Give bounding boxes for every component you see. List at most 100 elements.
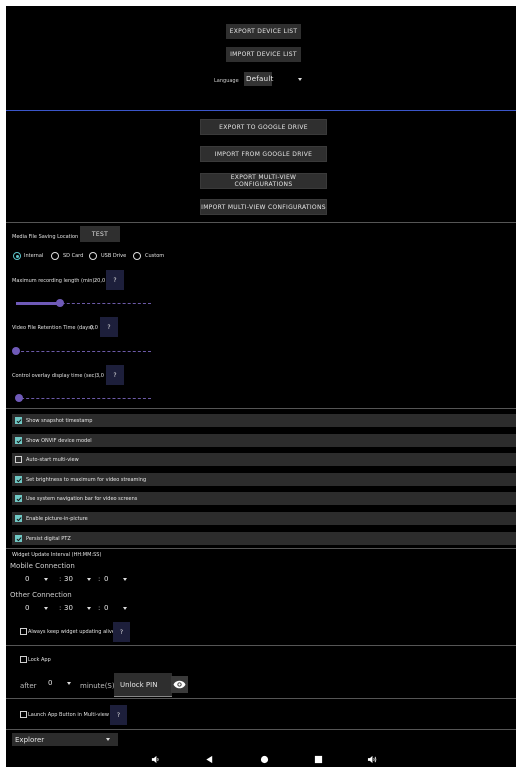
mobile-hours-value[interactable]: 0 bbox=[25, 575, 29, 583]
recents-icon[interactable] bbox=[314, 755, 323, 764]
mobile-seconds-value[interactable]: 0 bbox=[104, 575, 108, 583]
colon: : bbox=[98, 575, 101, 583]
system-navigation-bar bbox=[6, 752, 516, 767]
checkbox-label: Set brightness to maximum for video stre… bbox=[26, 476, 147, 483]
other-seconds-caret-icon[interactable] bbox=[123, 607, 127, 610]
radio-custom-label: Custom bbox=[145, 253, 165, 259]
back-icon[interactable] bbox=[205, 755, 214, 764]
export-device-list-button[interactable]: EXPORT DEVICE LIST bbox=[226, 24, 301, 39]
minutes-label: minute(S) bbox=[80, 682, 115, 690]
other-minutes-caret-icon[interactable] bbox=[87, 607, 91, 610]
toggle-pin-visibility-button[interactable] bbox=[171, 676, 188, 693]
colon: : bbox=[59, 604, 62, 612]
lock-after-caret-icon[interactable] bbox=[67, 682, 71, 685]
retention-value: 0,0 bbox=[90, 325, 98, 331]
checkbox-row-auto-start-multiview[interactable]: Auto-start multi-view bbox=[12, 453, 516, 466]
checkbox-row-system-nav-bar[interactable]: Use system navigation bar for video scre… bbox=[12, 492, 516, 505]
other-hours-value[interactable]: 0 bbox=[25, 604, 29, 612]
checkbox-unchecked-icon[interactable] bbox=[20, 628, 27, 635]
other-connection-label: Other Connection bbox=[10, 591, 72, 599]
divider bbox=[6, 548, 516, 549]
divider bbox=[6, 729, 516, 730]
mobile-hours-caret-icon[interactable] bbox=[44, 578, 48, 581]
radio-usb-drive-label: USB Drive bbox=[101, 253, 127, 259]
checkbox-unchecked-icon[interactable] bbox=[20, 711, 27, 718]
overlay-help-button[interactable]: ? bbox=[106, 365, 124, 385]
checkbox-unchecked-icon[interactable] bbox=[20, 656, 27, 663]
overlay-value: 3,0 bbox=[96, 373, 104, 379]
export-google-drive-button[interactable]: EXPORT TO GOOGLE DRIVE bbox=[200, 119, 327, 135]
mobile-seconds-caret-icon[interactable] bbox=[123, 578, 127, 581]
mobile-minutes-caret-icon[interactable] bbox=[87, 578, 91, 581]
volume-down-icon[interactable] bbox=[151, 755, 160, 764]
checkbox-label: Persist digital PTZ bbox=[26, 535, 71, 542]
widget-interval-title: Widget Update Interval (HH:MM:SS) bbox=[12, 552, 102, 558]
checkbox-checked-icon[interactable] bbox=[15, 437, 22, 444]
settings-screen: { "device_list": { "export_label": "EXPO… bbox=[6, 6, 516, 767]
test-button[interactable]: TEST bbox=[80, 226, 120, 242]
max-recording-slider-fill bbox=[16, 302, 60, 305]
import-google-drive-button[interactable]: IMPORT FROM GOOGLE DRIVE bbox=[200, 146, 327, 162]
checkbox-row-max-brightness[interactable]: Set brightness to maximum for video stre… bbox=[12, 473, 516, 486]
checkbox-row-persist-ptz[interactable]: Persist digital PTZ bbox=[12, 532, 516, 545]
retention-help-button[interactable]: ? bbox=[100, 317, 118, 337]
max-recording-help-button[interactable]: ? bbox=[106, 270, 124, 290]
always-keep-widget-label: Always keep widget updating alive bbox=[28, 629, 115, 635]
checkbox-checked-icon[interactable] bbox=[15, 417, 22, 424]
pin-underline bbox=[114, 696, 172, 697]
overlay-slider-track[interactable] bbox=[16, 398, 151, 400]
explorer-dropdown[interactable]: Explorer bbox=[12, 733, 118, 746]
max-recording-label: Maximum recording length (min): bbox=[12, 278, 97, 284]
radio-internal[interactable] bbox=[13, 252, 21, 260]
colon: : bbox=[98, 604, 101, 612]
radio-custom[interactable] bbox=[133, 252, 141, 260]
after-label: after bbox=[20, 682, 37, 690]
import-device-list-button[interactable]: IMPORT DEVICE LIST bbox=[226, 47, 301, 62]
radio-sd-card-label: SD Card bbox=[63, 253, 84, 259]
other-hours-caret-icon[interactable] bbox=[44, 607, 48, 610]
checkbox-checked-icon[interactable] bbox=[15, 535, 22, 542]
max-recording-slider-thumb[interactable] bbox=[56, 299, 64, 307]
mobile-connection-label: Mobile Connection bbox=[10, 562, 75, 570]
unlock-pin-field[interactable]: Unlock PIN bbox=[114, 673, 172, 696]
mobile-minutes-value[interactable]: 30 bbox=[64, 575, 73, 583]
other-minutes-value[interactable]: 30 bbox=[64, 604, 73, 612]
eye-icon bbox=[173, 680, 186, 689]
other-seconds-value[interactable]: 0 bbox=[104, 604, 108, 612]
export-multiview-button[interactable]: EXPORT MULTI-VIEW CONFIGURATIONS bbox=[200, 173, 327, 189]
widget-help-button[interactable]: ? bbox=[113, 622, 130, 642]
checkbox-row-picture-in-picture[interactable]: Enable picture-in-picture bbox=[12, 512, 516, 525]
checkbox-checked-icon[interactable] bbox=[15, 476, 22, 483]
divider bbox=[6, 645, 516, 646]
language-label: Language bbox=[214, 78, 239, 84]
language-dropdown-caret-icon[interactable] bbox=[298, 78, 302, 81]
language-dropdown[interactable]: Default bbox=[244, 72, 273, 86]
divider bbox=[6, 408, 516, 409]
checkbox-checked-icon[interactable] bbox=[15, 515, 22, 522]
launch-help-button[interactable]: ? bbox=[110, 705, 127, 725]
launch-app-label: Launch App Button in Multi-view bbox=[28, 712, 109, 718]
checkbox-label: Enable picture-in-picture bbox=[26, 515, 88, 522]
retention-slider-thumb[interactable] bbox=[12, 347, 20, 355]
home-icon[interactable] bbox=[260, 755, 269, 764]
radio-usb-drive[interactable] bbox=[89, 252, 97, 260]
explorer-caret-icon[interactable] bbox=[106, 738, 110, 741]
checkbox-row-snapshot-timestamp[interactable]: Show snapshot timestamp bbox=[12, 414, 516, 427]
radio-internal-label: Internal bbox=[24, 253, 44, 259]
checkbox-checked-icon[interactable] bbox=[15, 495, 22, 502]
checkbox-label: Auto-start multi-view bbox=[26, 456, 79, 463]
max-recording-value: 20,0 bbox=[94, 278, 106, 284]
checkbox-unchecked-icon[interactable] bbox=[15, 456, 22, 463]
divider bbox=[6, 698, 516, 699]
lock-after-value[interactable]: 0 bbox=[48, 679, 52, 687]
checkbox-label: Show ONVIF device model bbox=[26, 437, 92, 444]
overlay-slider-thumb[interactable] bbox=[15, 394, 23, 402]
retention-label: Video File Retention Time (days): bbox=[12, 325, 95, 331]
section-divider bbox=[6, 110, 516, 111]
checkbox-row-onvif-model[interactable]: Show ONVIF device model bbox=[12, 434, 516, 447]
lock-app-label: Lock App bbox=[28, 657, 51, 663]
retention-slider-track[interactable] bbox=[16, 351, 151, 353]
import-multiview-button[interactable]: IMPORT MULTI-VIEW CONFIGURATIONS bbox=[200, 199, 327, 215]
volume-up-icon[interactable] bbox=[367, 755, 377, 764]
radio-sd-card[interactable] bbox=[51, 252, 59, 260]
